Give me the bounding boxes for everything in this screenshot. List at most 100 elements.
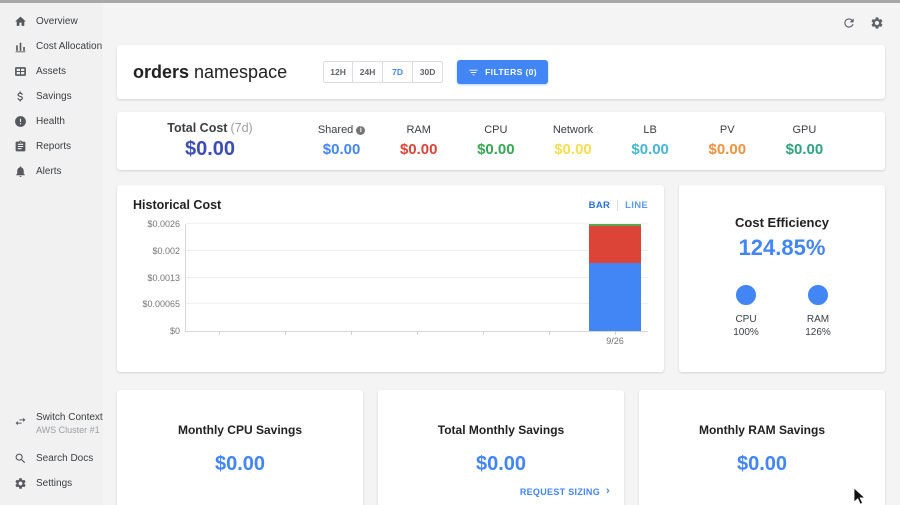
chart-area: $0$0.00065$0.0013$0.002$0.00269/26 <box>133 222 648 350</box>
page-header-card: orders namespace 12H 24H 7D 30D FILTERS … <box>117 45 885 99</box>
sidebar-item-overview[interactable]: Overview <box>0 9 103 34</box>
time-range-30d[interactable]: 30D <box>413 61 443 83</box>
sidebar-item-label: Savings <box>36 91 72 102</box>
refresh-icon[interactable] <box>841 15 856 30</box>
chart-gridline <box>186 277 648 278</box>
request-sizing-link[interactable]: REQUEST SIZING › <box>520 486 610 497</box>
switch-context-label: Switch Context <box>36 412 103 423</box>
stat-shared: Shared i $0.00 <box>303 124 380 158</box>
stat-value: $0.00 <box>689 141 766 158</box>
donut-percent: 100% <box>720 327 772 338</box>
chart-xtick <box>615 331 616 335</box>
savings-row: Monthly CPU Savings $0.00 Total Monthly … <box>117 390 885 505</box>
sidebar-item-alerts[interactable]: Alerts <box>0 159 103 184</box>
sidebar-item-label: Alerts <box>36 166 62 177</box>
toggle-line[interactable]: LINE <box>625 200 648 211</box>
dollar-icon <box>13 90 27 104</box>
chart-xtick <box>351 331 352 335</box>
savings-title: Monthly RAM Savings <box>639 423 885 437</box>
cluster-name: AWS Cluster #1 <box>36 425 103 435</box>
savings-title: Total Monthly Savings <box>378 423 624 437</box>
time-range-24h[interactable]: 24H <box>353 61 383 83</box>
stat-gpu: GPU $0.00 <box>766 124 843 158</box>
stat-value: $0.00 <box>612 141 689 158</box>
search-icon <box>13 452 27 466</box>
stat-label: Total Cost (7d) <box>117 121 303 135</box>
donut-label: RAM <box>792 314 844 325</box>
page-title-type: namespace <box>189 62 287 82</box>
sidebar-item-health[interactable]: Health <box>0 109 103 134</box>
cost-efficiency-card: Cost Efficiency 124.85% CPU 100% RAM 126… <box>679 185 885 372</box>
sidebar-nav: Overview Cost Allocation Assets Savings … <box>0 3 103 184</box>
chart-xtick <box>285 331 286 335</box>
clipboard-icon <box>13 140 27 154</box>
chart-plot: $0$0.00065$0.0013$0.002$0.00269/26 <box>185 224 648 332</box>
bar-segment-ram[interactable] <box>589 226 641 263</box>
sidebar-item-search-docs[interactable]: Search Docs <box>0 446 103 471</box>
sidebar-item-assets[interactable]: Assets <box>0 59 103 84</box>
main-content: orders namespace 12H 24H 7D 30D FILTERS … <box>117 45 885 505</box>
monthly-ram-savings-card: Monthly RAM Savings $0.00 <box>639 390 885 505</box>
sidebar-item-reports[interactable]: Reports <box>0 134 103 159</box>
bar-segment-other[interactable] <box>589 224 641 226</box>
chart-gridline <box>186 250 648 251</box>
home-icon <box>13 15 27 29</box>
stat-total-cost: Total Cost (7d) $0.00 <box>117 121 303 161</box>
efficiency-value: 124.85% <box>679 235 885 261</box>
sidebar-item-settings[interactable]: Settings <box>0 471 103 496</box>
historical-cost-card: Historical Cost BAR LINE $0$0.00065$0.00… <box>117 185 664 372</box>
donut-percent: 126% <box>792 327 844 338</box>
stat-ram: RAM $0.00 <box>380 124 457 158</box>
stat-value: $0.00 <box>380 141 457 158</box>
sidebar-item-switch-context[interactable]: Switch Context AWS Cluster #1 <box>0 410 103 446</box>
bar-segment-cpu[interactable] <box>589 263 641 331</box>
chart-row: Historical Cost BAR LINE $0$0.00065$0.00… <box>117 185 885 372</box>
cpu-donut-box: CPU 100% <box>720 285 772 338</box>
ram-donut-box: RAM 126% <box>792 285 844 338</box>
chart-ytick-label: $0 <box>170 326 180 336</box>
donut-label: CPU <box>720 314 772 325</box>
gear-icon <box>13 477 27 491</box>
savings-value: $0.00 <box>378 453 624 476</box>
search-docs-label: Search Docs <box>36 453 93 464</box>
sidebar-item-label: Health <box>36 116 65 127</box>
filters-button[interactable]: FILTERS (0) <box>457 60 548 84</box>
stat-lb: LB $0.00 <box>612 124 689 158</box>
savings-value: $0.00 <box>639 453 885 476</box>
sidebar-item-cost-allocation[interactable]: Cost Allocation <box>0 34 103 59</box>
switch-arrows-icon <box>13 414 27 428</box>
settings-label: Settings <box>36 478 72 489</box>
total-monthly-savings-card: Total Monthly Savings $0.00 REQUEST SIZI… <box>378 390 624 505</box>
efficiency-donuts: CPU 100% RAM 126% <box>679 285 885 338</box>
sidebar-item-savings[interactable]: Savings <box>0 84 103 109</box>
time-range-12h[interactable]: 12H <box>323 61 353 83</box>
stat-cpu: CPU $0.00 <box>457 124 534 158</box>
ram-donut-chart <box>808 285 828 305</box>
info-icon[interactable]: i <box>356 126 365 135</box>
toggle-bar[interactable]: BAR <box>589 200 610 211</box>
time-range-7d[interactable]: 7D <box>383 61 413 83</box>
grid-card-icon <box>13 65 27 79</box>
stat-value: $0.00 <box>766 141 843 158</box>
health-icon <box>13 115 27 129</box>
bell-icon <box>13 165 27 179</box>
toggle-separator <box>617 200 618 211</box>
chart-ytick-label: $0.002 <box>152 246 180 256</box>
top-gray-strip <box>0 0 900 3</box>
gear-icon[interactable] <box>869 15 884 30</box>
stat-label: Shared i <box>303 124 380 136</box>
chart-ytick-label: $0.0026 <box>147 219 180 229</box>
stat-value: $0.00 <box>457 141 534 158</box>
monthly-cpu-savings-card: Monthly CPU Savings $0.00 <box>117 390 363 505</box>
page-title: orders namespace <box>133 62 287 83</box>
savings-title: Monthly CPU Savings <box>117 423 363 437</box>
chart-title: Historical Cost <box>133 198 221 212</box>
sidebar-item-label: Assets <box>36 66 66 77</box>
historical-cost-header: Historical Cost BAR LINE <box>133 198 648 212</box>
efficiency-title: Cost Efficiency <box>679 215 885 230</box>
savings-value: $0.00 <box>117 453 363 476</box>
time-range-group: 12H 24H 7D 30D <box>323 61 443 83</box>
stat-value: $0.00 <box>534 141 611 158</box>
chart-gridline <box>186 303 648 304</box>
sidebar-footer: Switch Context AWS Cluster #1 Search Doc… <box>0 410 103 505</box>
